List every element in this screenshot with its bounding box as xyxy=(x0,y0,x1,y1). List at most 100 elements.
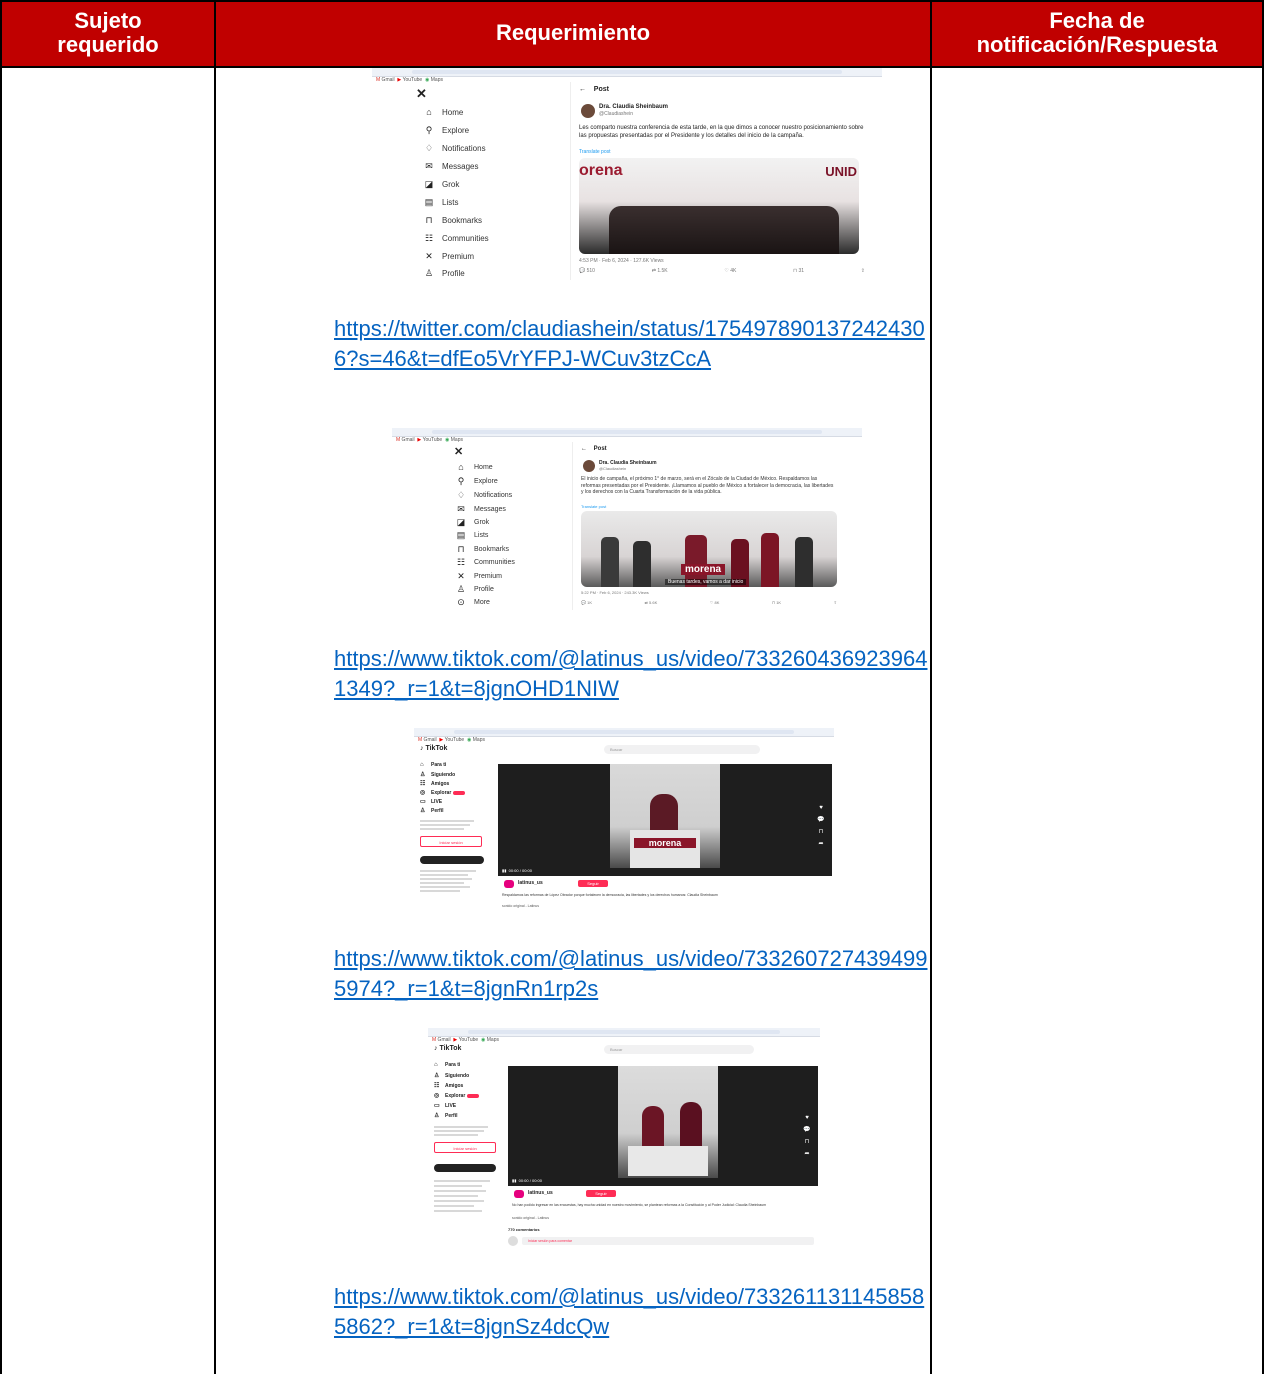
nav-lists[interactable]: ▤ Lists xyxy=(424,197,459,208)
comment-placeholder: Iniciar sesión para comentar xyxy=(528,1239,572,1243)
reply-count[interactable]: 💬 1K xyxy=(581,600,592,605)
account-name[interactable]: latinus_us xyxy=(518,880,543,886)
sidebar-text-line xyxy=(420,874,468,876)
profile-icon: ♙ xyxy=(434,1113,440,1119)
sidebar-text-line xyxy=(420,886,470,888)
nav-grok[interactable]: ◪ Grok xyxy=(456,517,489,528)
nav-home[interactable]: ⌂ Home xyxy=(456,462,492,472)
tiktok-search[interactable]: Buscar xyxy=(604,745,760,754)
twitter-link[interactable]: https://twitter.com/claudiashein/status/… xyxy=(334,314,934,374)
post-actions: 💬 510 ⇄ 1.5K ♡ 4K ⊓ 31 ⇪ xyxy=(579,268,865,274)
header-sujeto: Sujeto requerido xyxy=(2,0,214,66)
login-button-label: Iniciar sesión xyxy=(439,840,463,845)
nav-para-ti[interactable]: ⌂ Para ti xyxy=(420,762,446,768)
nav-label: Para ti xyxy=(431,762,447,768)
nav-messages[interactable]: ✉ Messages xyxy=(456,504,506,515)
account-avatar[interactable] xyxy=(504,880,514,888)
repost-count[interactable]: ⇄ 1.5K xyxy=(652,268,668,274)
nav-premium[interactable]: ✕ Premium xyxy=(456,571,502,582)
nav-messages[interactable]: ✉ Messages xyxy=(424,161,478,172)
reply-count[interactable]: 💬 510 xyxy=(579,268,595,274)
nav-grok[interactable]: ◪ Grok xyxy=(424,179,460,190)
share-icon[interactable]: ⇪ xyxy=(861,268,865,274)
nav-bookmarks[interactable]: ⊓ Bookmarks xyxy=(456,544,509,555)
banner-text: morena xyxy=(681,564,726,575)
account-name[interactable]: latinus_us xyxy=(528,1190,553,1196)
nav-perfil[interactable]: ♙ Perfil xyxy=(434,1112,458,1120)
video-player[interactable]: morena ▮▮ 00:00 / 00:00 ♥ 💬 ⊓ ➦ xyxy=(498,764,832,876)
nav-siguiendo[interactable]: ♙ Siguiendo xyxy=(420,771,455,779)
nav-profile[interactable]: ♙ Profile xyxy=(424,268,465,279)
nav-label: Messages xyxy=(474,506,506,513)
nav-label: Communities xyxy=(442,234,489,243)
like-count[interactable]: ♡ 8K xyxy=(710,600,720,605)
translate-link[interactable]: Translate post xyxy=(581,504,606,509)
nav-notifications[interactable]: ♢ Notifications xyxy=(424,143,486,154)
nav-live[interactable]: ▭ LIVE xyxy=(420,798,442,806)
nav-bookmarks[interactable]: ⊓ Bookmarks xyxy=(424,215,482,226)
post-photo[interactable]: orena UNID xyxy=(579,158,859,254)
nav-label: Communities xyxy=(474,559,515,566)
repost-count[interactable]: ⇄ 5.6K xyxy=(645,600,658,605)
follow-button[interactable]: Seguir xyxy=(578,880,608,887)
nav-label: Grok xyxy=(474,519,490,526)
post-time: 4:53 PM · Feb 6, 2024 · 127.6K Views xyxy=(579,258,664,264)
search-placeholder: Buscar xyxy=(610,1047,623,1052)
nav-explore[interactable]: ⚲ Explore xyxy=(424,125,469,136)
effect-pill[interactable] xyxy=(434,1164,496,1172)
like-count[interactable]: ♡ 4K xyxy=(724,268,736,274)
comments-count: 770 comentarios xyxy=(508,1227,540,1232)
nav-para-ti[interactable]: ⌂ Para ti xyxy=(434,1062,460,1068)
nav-explorar[interactable]: ◎ Explorar xyxy=(434,1092,480,1099)
nav-label: Profile xyxy=(442,269,465,278)
nav-home[interactable]: ⌂ Home xyxy=(424,107,463,117)
video-progress[interactable]: ▮▮ 00:00 / 00:00 xyxy=(502,868,828,874)
translate-link[interactable]: Translate post xyxy=(579,149,611,155)
video-description: No han podido ingresar en las encuestas,… xyxy=(512,1203,767,1207)
nav-siguiendo[interactable]: ♙ Siguiendo xyxy=(434,1072,469,1080)
share-icon[interactable]: ⇪ xyxy=(834,600,837,605)
nav-label: More xyxy=(474,599,490,606)
tiktok-search[interactable]: Buscar xyxy=(604,1045,754,1054)
nav-more[interactable]: ⊙ More xyxy=(456,597,490,608)
profile-icon: ♙ xyxy=(424,268,434,278)
comment-input[interactable]: Iniciar sesión para comentar xyxy=(522,1237,814,1245)
nav-communities[interactable]: ☷ Communities xyxy=(424,233,489,244)
sound-label[interactable]: sonido original - Latinus xyxy=(512,1216,549,1220)
sidebar-text-line xyxy=(434,1195,478,1197)
account-avatar[interactable] xyxy=(514,1190,524,1198)
nav-explore[interactable]: ⚲ Explore xyxy=(456,476,498,487)
nav-notifications[interactable]: ♢ Notifications xyxy=(456,490,512,501)
video-player[interactable]: ▮▮ 00:00 / 00:00 ♥ 💬 ⊓ ➦ xyxy=(508,1066,818,1186)
bookmark-count[interactable]: ⊓ 31 xyxy=(793,268,804,274)
nav-live[interactable]: ▭ LIVE xyxy=(434,1102,456,1110)
sound-label[interactable]: sonido original - Latinus xyxy=(502,904,539,908)
login-button[interactable]: Iniciar sesión xyxy=(420,836,482,847)
screenshot-twitter-1: M Gmail ▶ YouTube ◉ Maps ✕ ⌂ Home ⚲ Explor… xyxy=(372,68,882,280)
login-button[interactable]: Iniciar sesión xyxy=(434,1142,496,1153)
nav-premium[interactable]: ✕ Premium xyxy=(424,251,474,262)
tiktok-link-2[interactable]: https://www.tiktok.com/@latinus_us/video… xyxy=(334,944,934,1004)
bell-icon: ♢ xyxy=(456,490,466,500)
nav-label: Messages xyxy=(442,162,479,171)
tiktok-link-3[interactable]: https://www.tiktok.com/@latinus_us/video… xyxy=(334,1282,934,1342)
tiktok-link-1[interactable]: https://www.tiktok.com/@latinus_us/video… xyxy=(334,644,934,704)
sidebar-text-line xyxy=(434,1180,490,1182)
nav-perfil[interactable]: ♙ Perfil xyxy=(420,807,444,815)
follow-button[interactable]: Seguir xyxy=(586,1190,616,1197)
friends-icon: ☷ xyxy=(420,781,426,787)
nav-amigos[interactable]: ☷ Amigos xyxy=(434,1082,463,1090)
nav-communities[interactable]: ☷ Communities xyxy=(456,557,515,568)
home-icon: ⌂ xyxy=(426,107,432,117)
video-progress[interactable]: ▮▮ 00:00 / 00:00 xyxy=(512,1178,814,1184)
nav-label: Premium xyxy=(474,573,503,580)
nav-explorar[interactable]: ◎ Explorar xyxy=(420,789,466,796)
nav-profile[interactable]: ♙ Profile xyxy=(456,584,494,595)
banner-right-text: UNID xyxy=(825,164,857,179)
nav-lists[interactable]: ▤ Lists xyxy=(456,530,489,541)
follow-button-label: Seguir xyxy=(595,1191,607,1196)
effect-pill[interactable] xyxy=(420,856,484,864)
post-photo[interactable]: morena Buenas tardes, vamos a dar inicio xyxy=(581,511,837,587)
bookmark-count[interactable]: ⊓ 1K xyxy=(772,600,781,605)
nav-amigos[interactable]: ☷ Amigos xyxy=(420,780,449,788)
